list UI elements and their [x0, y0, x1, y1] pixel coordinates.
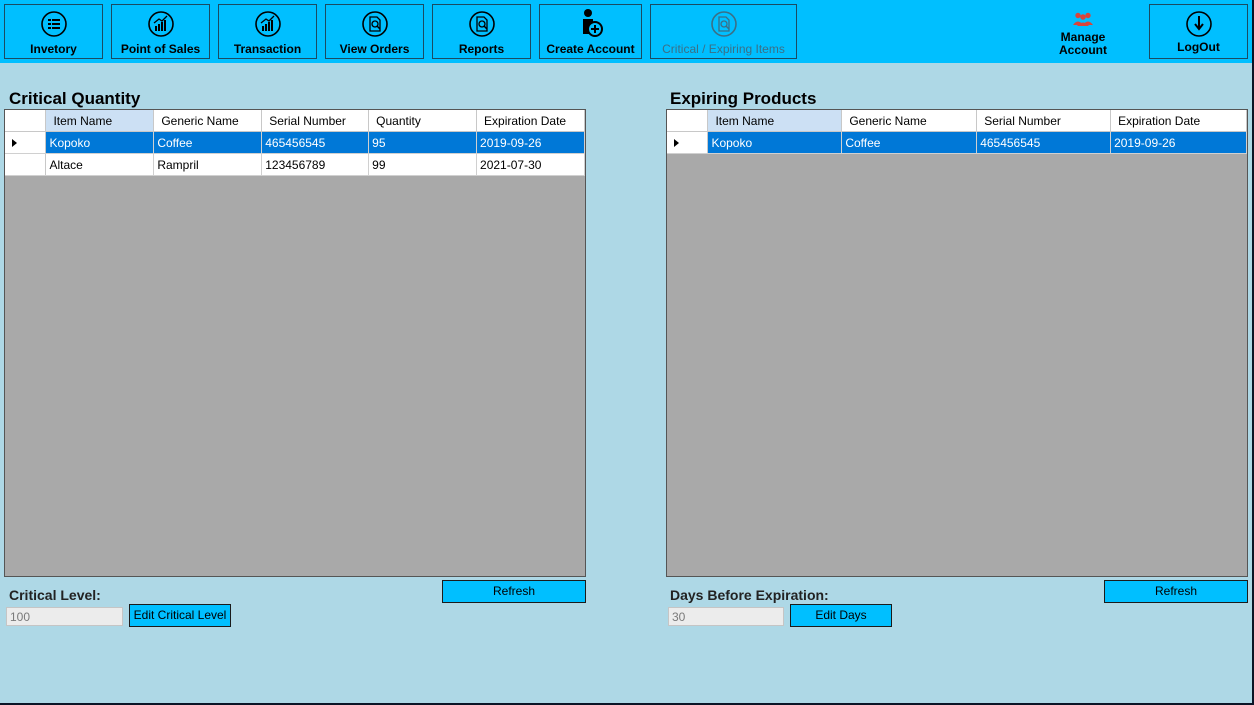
column-header-generic-name[interactable]: Generic Name — [153, 110, 263, 132]
current-row-arrow-icon — [12, 138, 17, 147]
cell-item-name[interactable]: Kopoko — [45, 131, 155, 154]
logout-button[interactable]: LogOut — [1149, 4, 1248, 59]
column-header-expiration-date[interactable]: Expiration Date — [1110, 110, 1247, 132]
row-header[interactable] — [5, 131, 47, 154]
inventory-button[interactable]: Invetory — [4, 4, 103, 59]
critical-refresh-button[interactable]: Refresh — [442, 580, 586, 603]
critical-level-label: Critical Level: — [9, 587, 101, 603]
create-account-button[interactable]: Create Account — [539, 4, 642, 59]
column-header-expiration-date[interactable]: Expiration Date — [476, 110, 585, 132]
inventory-label: Invetory — [30, 42, 77, 56]
table-row[interactable]: Altace Rampril 123456789 99 2021-07-30 — [5, 153, 585, 176]
cell-generic-name[interactable]: Rampril — [153, 153, 263, 176]
expiring-refresh-button[interactable]: Refresh — [1104, 580, 1248, 603]
row-header-corner — [5, 110, 47, 132]
expiring-products-grid[interactable]: Item Name Generic Name Serial Number Exp… — [666, 109, 1248, 577]
column-header-serial-number[interactable]: Serial Number — [261, 110, 370, 132]
toolbar: Invetory Point of Sales Transaction View… — [0, 0, 1252, 63]
column-header-quantity[interactable]: Quantity — [368, 110, 478, 132]
expiring-products-title: Expiring Products — [670, 89, 817, 108]
document-search-icon — [710, 11, 737, 37]
transaction-button[interactable]: Transaction — [218, 4, 317, 59]
row-header[interactable] — [667, 131, 709, 154]
point-of-sales-button[interactable]: Point of Sales — [111, 4, 210, 59]
cell-serial-number[interactable]: 123456789 — [261, 153, 370, 176]
document-search-icon — [468, 11, 495, 37]
document-search-icon — [361, 11, 388, 37]
cell-serial-number[interactable]: 465456545 — [976, 131, 1112, 154]
reports-button[interactable]: Reports — [432, 4, 531, 59]
logout-label: LogOut — [1177, 40, 1220, 54]
chart-icon — [147, 11, 174, 37]
app-window: Invetory Point of Sales Transaction View… — [0, 0, 1252, 703]
cell-expiration-date[interactable]: 2021-07-30 — [476, 153, 585, 176]
reports-label: Reports — [458, 42, 505, 56]
current-row-arrow-icon — [674, 138, 679, 147]
cell-item-name[interactable]: Altace — [45, 153, 155, 176]
column-header-item-name[interactable]: Item Name — [707, 110, 843, 132]
days-before-expiration-field[interactable]: 30 — [668, 607, 784, 626]
create-account-label: Create Account — [546, 42, 635, 56]
header-row: Item Name Generic Name Serial Number Qua… — [5, 110, 585, 132]
days-before-expiration-label: Days Before Expiration: — [670, 587, 829, 603]
critical-quantity-grid[interactable]: Item Name Generic Name Serial Number Qua… — [4, 109, 586, 577]
cell-quantity[interactable]: 99 — [368, 153, 478, 176]
table-row[interactable]: Kopoko Coffee 465456545 2019-09-26 — [667, 131, 1247, 154]
cell-expiration-date[interactable]: 2019-09-26 — [1110, 131, 1247, 154]
cell-serial-number[interactable]: 465456545 — [261, 131, 370, 154]
critical-quantity-title: Critical Quantity — [9, 89, 141, 108]
edit-critical-level-button[interactable]: Edit Critical Level — [129, 604, 231, 627]
expiring-products-table: Item Name Generic Name Serial Number Exp… — [667, 110, 1247, 154]
list-icon — [40, 11, 67, 37]
column-header-serial-number[interactable]: Serial Number — [976, 110, 1112, 132]
cell-generic-name[interactable]: Coffee — [841, 131, 978, 154]
cell-quantity[interactable]: 95 — [368, 131, 478, 154]
logout-icon — [1185, 11, 1212, 37]
manage-account-button[interactable]: Manage Account — [1050, 8, 1116, 58]
transaction-label: Transaction — [233, 42, 302, 56]
table-row[interactable]: Kopoko Coffee 465456545 95 2019-09-26 — [5, 131, 585, 154]
chart-icon — [254, 11, 281, 37]
edit-days-button[interactable]: Edit Days — [790, 604, 892, 627]
row-header-corner — [667, 110, 709, 132]
cell-generic-name[interactable]: Coffee — [153, 131, 263, 154]
column-header-generic-name[interactable]: Generic Name — [841, 110, 978, 132]
users-icon — [1073, 12, 1093, 26]
column-header-item-name[interactable]: Item Name — [45, 110, 155, 132]
cell-expiration-date[interactable]: 2019-09-26 — [476, 131, 585, 154]
add-user-icon — [582, 9, 603, 37]
view-orders-label: View Orders — [339, 42, 410, 56]
row-header[interactable] — [5, 153, 47, 176]
critical-quantity-table: Item Name Generic Name Serial Number Qua… — [5, 110, 585, 176]
view-orders-button[interactable]: View Orders — [325, 4, 424, 59]
manage-account-label: Manage Account — [1059, 30, 1107, 57]
cell-item-name[interactable]: Kopoko — [707, 131, 843, 154]
header-row: Item Name Generic Name Serial Number Exp… — [667, 110, 1247, 132]
critical-expiring-items-label: Critical / Expiring Items — [662, 42, 785, 56]
point-of-sales-label: Point of Sales — [120, 42, 201, 56]
critical-expiring-items-button[interactable]: Critical / Expiring Items — [650, 4, 797, 59]
critical-level-field[interactable]: 100 — [6, 607, 123, 626]
